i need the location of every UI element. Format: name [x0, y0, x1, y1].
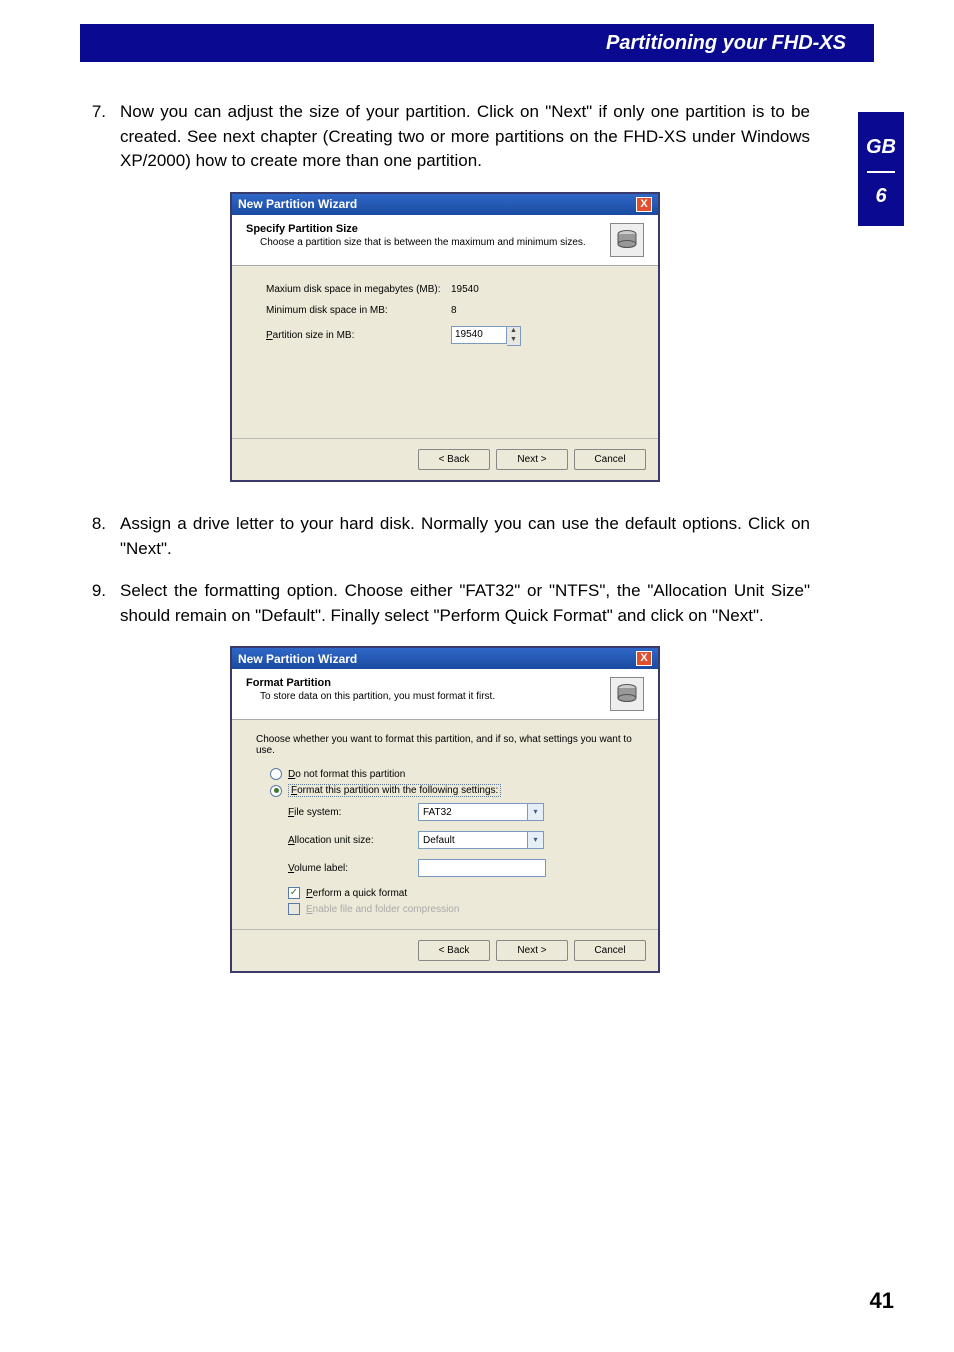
dialog2-body: Choose whether you want to format this p…	[232, 720, 658, 929]
file-system-label: File system:	[288, 807, 418, 818]
partition-size-input[interactable]	[451, 326, 507, 344]
allocation-unit-combo[interactable]: ▾	[418, 831, 544, 849]
chevron-down-icon[interactable]: ▾	[528, 803, 544, 821]
page-title: Partitioning your FHD-XS	[606, 32, 846, 55]
chevron-down-icon[interactable]: ▾	[528, 831, 544, 849]
quick-format-checkbox[interactable]: ✓ Perform a quick format	[252, 887, 638, 899]
dialog2-desc: Choose whether you want to format this p…	[252, 734, 638, 756]
dialog2-titlebar: New Partition Wizard X	[232, 648, 658, 669]
format-partition-dialog: New Partition Wizard X Format Partition …	[230, 646, 660, 973]
dialog1-header: Specify Partition Size Choose a partitio…	[232, 215, 658, 266]
allocation-unit-input[interactable]	[418, 831, 528, 849]
radio-do-not-format[interactable]: Do not format this partition	[252, 768, 638, 780]
radio-icon	[270, 768, 282, 780]
step-8: 8. Assign a drive letter to your hard di…	[80, 512, 810, 561]
checkbox-icon	[288, 903, 300, 915]
dialog1-heading: Specify Partition Size	[246, 223, 586, 235]
volume-label-label: Volume label:	[288, 863, 418, 874]
partition-size-spinner[interactable]: ▲ ▼	[451, 326, 521, 346]
compression-checkbox: Enable file and folder compression	[252, 903, 638, 915]
specify-partition-size-dialog: New Partition Wizard X Specify Partition…	[230, 192, 660, 482]
dialog1-body: Maxium disk space in megabytes (MB): 195…	[232, 266, 658, 438]
dialog2-header: Format Partition To store data on this p…	[232, 669, 658, 720]
next-button[interactable]: Next >	[496, 940, 568, 961]
radio-do-not-format-label: Do not format this partition	[288, 769, 405, 780]
dialog2-title: New Partition Wizard	[238, 652, 357, 666]
step-9: 9. Select the formatting option. Choose …	[80, 579, 810, 628]
step-9-text: Select the formatting option. Choose eit…	[120, 579, 810, 628]
volume-label-input[interactable]	[418, 859, 546, 877]
side-tab-chapter: 6	[858, 185, 904, 208]
min-disk-label: Minimum disk space in MB:	[266, 305, 451, 316]
step-8-num: 8.	[80, 512, 120, 561]
dialog1-subheading: Choose a partition size that is between …	[246, 237, 586, 248]
step-9-num: 9.	[80, 579, 120, 628]
close-button[interactable]: X	[636, 651, 652, 666]
page-header: Partitioning your FHD-XS	[80, 24, 874, 62]
step-7: 7. Now you can adjust the size of your p…	[80, 100, 810, 174]
dialog2-subheading: To store data on this partition, you mus…	[246, 691, 495, 702]
compression-label: Enable file and folder compression	[306, 904, 459, 915]
spinner-down-icon[interactable]: ▼	[507, 336, 520, 345]
dialog1-title: New Partition Wizard	[238, 197, 357, 211]
content-area: 7. Now you can adjust the size of your p…	[80, 100, 810, 1003]
side-tab-lang: GB	[858, 136, 904, 159]
next-button[interactable]: Next >	[496, 449, 568, 470]
partition-size-label: Partition size in MB:	[266, 330, 451, 341]
page-number: 41	[870, 1288, 894, 1314]
step-8-text: Assign a drive letter to your hard disk.…	[120, 512, 810, 561]
cancel-button[interactable]: Cancel	[574, 940, 646, 961]
disk-icon	[610, 223, 644, 257]
close-button[interactable]: X	[636, 197, 652, 212]
file-system-input[interactable]	[418, 803, 528, 821]
radio-format-with-settings-label: Format this partition with the following…	[288, 784, 501, 797]
max-disk-label: Maxium disk space in megabytes (MB):	[266, 284, 451, 295]
step-7-num: 7.	[80, 100, 120, 174]
disk-icon	[610, 677, 644, 711]
quick-format-label: Perform a quick format	[306, 888, 407, 899]
cancel-button[interactable]: Cancel	[574, 449, 646, 470]
allocation-unit-label: Allocation unit size:	[288, 835, 418, 846]
radio-format-with-settings[interactable]: Format this partition with the following…	[252, 784, 638, 797]
dialog1-footer: < Back Next > Cancel	[232, 438, 658, 480]
side-tab-divider	[867, 171, 895, 173]
step-7-text: Now you can adjust the size of your part…	[120, 100, 810, 174]
spinner-up-icon[interactable]: ▲	[507, 327, 520, 336]
min-disk-value: 8	[451, 305, 457, 316]
checkbox-icon: ✓	[288, 887, 300, 899]
dialog2-heading: Format Partition	[246, 677, 495, 689]
dialog2-footer: < Back Next > Cancel	[232, 929, 658, 971]
radio-icon	[270, 785, 282, 797]
dialog1-titlebar: New Partition Wizard X	[232, 194, 658, 215]
file-system-combo[interactable]: ▾	[418, 803, 544, 821]
side-tab: GB 6	[858, 112, 904, 226]
back-button[interactable]: < Back	[418, 449, 490, 470]
back-button[interactable]: < Back	[418, 940, 490, 961]
max-disk-value: 19540	[451, 284, 479, 295]
